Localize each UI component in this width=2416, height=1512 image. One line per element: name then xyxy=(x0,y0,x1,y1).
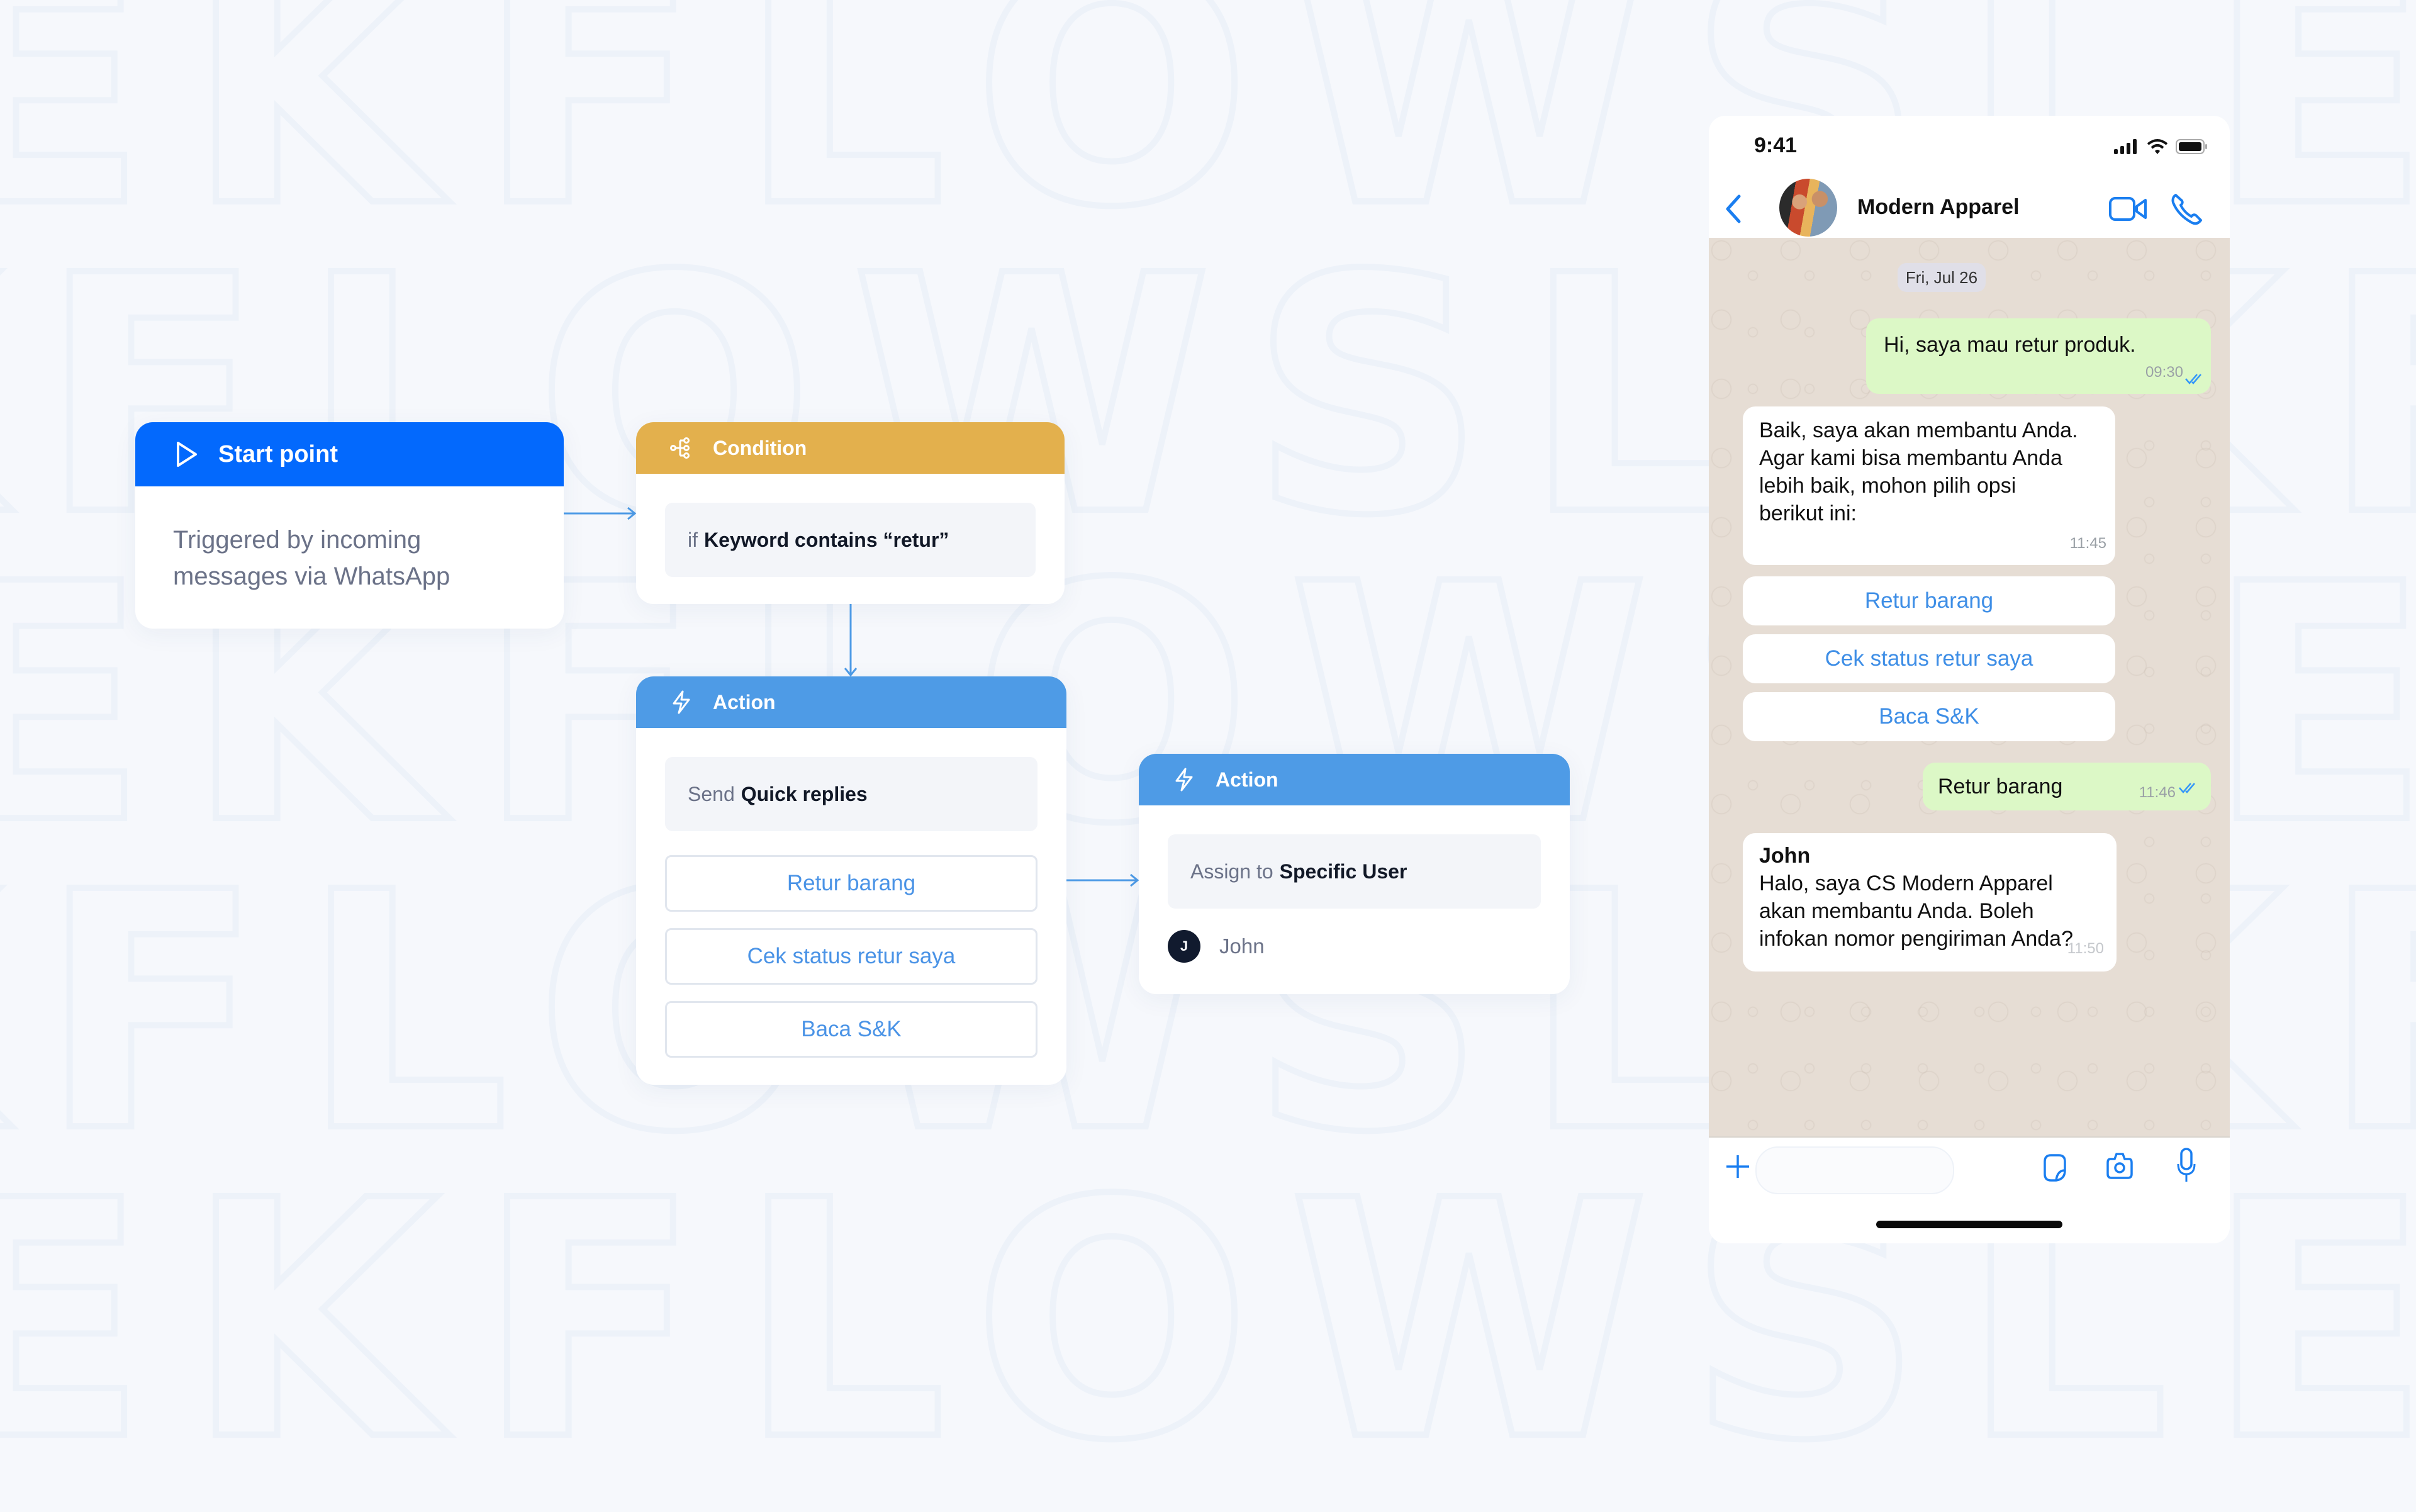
message-composer xyxy=(1709,1136,2230,1243)
microphone-icon[interactable] xyxy=(2177,1148,2196,1183)
quick-reply-button[interactable]: Cek status retur saya xyxy=(665,928,1037,985)
play-icon xyxy=(173,440,201,468)
status-time: 9:41 xyxy=(1754,133,1798,157)
action-prefix: Send xyxy=(688,782,735,805)
action-title: Action xyxy=(1216,768,1278,791)
message-text: Retur barang xyxy=(1938,775,2063,798)
start-point-node[interactable]: Start point Triggered by incoming messag… xyxy=(135,422,564,629)
action-quick-replies-node[interactable]: Action Send Quick replies Retur barang C… xyxy=(636,676,1066,1085)
action-type: Specific User xyxy=(1279,860,1407,883)
chat-header: Modern Apparel xyxy=(1709,179,2230,239)
start-point-header: Start point xyxy=(135,422,564,486)
whatsapp-phone-mockup: 9:41 Modern Apparel Fri, Jul 26 Hi, saya… xyxy=(1709,116,2230,1243)
message-time: 11:46 xyxy=(2139,784,2176,801)
message-sender: John xyxy=(1759,844,1811,868)
chat-messages[interactable]: Fri, Jul 26 Hi, saya mau retur produk. 0… xyxy=(1709,238,2230,1136)
whatsapp-quick-reply[interactable]: Baca S&K xyxy=(1743,692,2115,741)
message-time: 09:30 xyxy=(2145,364,2183,381)
double-check-icon xyxy=(2179,783,2195,793)
home-indicator xyxy=(1876,1221,2062,1228)
message-outgoing[interactable]: Retur barang 11:46 xyxy=(1923,763,2211,810)
action-header: Action xyxy=(636,676,1066,728)
double-check-icon xyxy=(2185,374,2201,384)
condition-rule-text: Keyword contains “retur” xyxy=(704,528,949,551)
user-name: John xyxy=(1219,934,1265,958)
condition-prefix: if xyxy=(688,528,698,551)
connector-arrow xyxy=(564,507,637,520)
message-incoming[interactable]: John Halo, saya CS Modern Apparel akan m… xyxy=(1743,833,2117,972)
condition-node[interactable]: Condition if Keyword contains “retur” xyxy=(636,422,1065,604)
status-bar: 9:41 xyxy=(1709,116,2230,179)
video-call-icon[interactable] xyxy=(2109,196,2148,221)
user-avatar: J xyxy=(1168,930,1200,963)
action-title: Action xyxy=(713,690,776,714)
assigned-user[interactable]: J John xyxy=(1168,930,1541,963)
contact-avatar[interactable] xyxy=(1779,179,1837,237)
quick-reply-button[interactable]: Retur barang xyxy=(665,855,1037,912)
message-line: Halo, saya CS Modern Apparel xyxy=(1759,871,2053,895)
condition-rule[interactable]: if Keyword contains “retur” xyxy=(665,503,1036,577)
back-icon[interactable] xyxy=(1721,191,1747,227)
description-line: Triggered by incoming xyxy=(173,526,422,554)
battery-icon xyxy=(2176,139,2207,154)
date-separator: Fri, Jul 26 xyxy=(1898,263,1986,292)
message-text: Hi, saya mau retur produk. xyxy=(1884,333,2136,357)
action-header: Action xyxy=(1139,754,1570,805)
phone-call-icon[interactable] xyxy=(2169,191,2205,227)
wifi-icon xyxy=(2147,139,2168,154)
lightning-icon xyxy=(668,688,695,716)
connector-arrow xyxy=(1066,874,1139,887)
start-point-description: Triggered by incoming messages via Whats… xyxy=(164,486,535,595)
whatsapp-quick-reply[interactable]: Cek status retur saya xyxy=(1743,634,2115,683)
message-outgoing[interactable]: Hi, saya mau retur produk. 09:30 xyxy=(1866,318,2211,394)
camera-icon[interactable] xyxy=(2106,1151,2133,1180)
message-input[interactable] xyxy=(1755,1146,1954,1194)
condition-header: Condition xyxy=(636,422,1065,474)
description-line: messages via WhatsApp xyxy=(173,563,450,590)
plus-icon[interactable] xyxy=(1724,1153,1752,1180)
quick-reply-button[interactable]: Baca S&K xyxy=(665,1001,1037,1058)
connector-arrow xyxy=(844,604,857,677)
message-line: Agar kami bisa membantu Anda xyxy=(1759,446,2062,470)
sticker-icon[interactable] xyxy=(2044,1154,2066,1182)
condition-title: Condition xyxy=(713,436,807,459)
message-line: infokan nomor pengiriman Anda? xyxy=(1759,927,2073,951)
message-text: John Halo, saya CS Modern Apparel akan m… xyxy=(1759,842,2073,953)
message-text: Baik, saya akan membantu Anda. Agar kami… xyxy=(1759,417,2078,527)
message-time: 11:50 xyxy=(2067,940,2104,957)
message-line: lebih baik, mohon pilih opsi xyxy=(1759,474,2016,498)
action-type: Quick replies xyxy=(741,782,868,805)
contact-name[interactable]: Modern Apparel xyxy=(1857,195,2020,220)
message-line: berikut ini: xyxy=(1759,501,1857,525)
message-incoming[interactable]: Baik, saya akan membantu Anda. Agar kami… xyxy=(1743,406,2115,565)
message-line: akan membantu Anda. Boleh xyxy=(1759,899,2034,923)
action-prefix: Assign to xyxy=(1190,860,1273,883)
action-description[interactable]: Send Quick replies xyxy=(665,757,1037,831)
signal-icon xyxy=(2114,139,2137,154)
whatsapp-quick-reply[interactable]: Retur barang xyxy=(1743,576,2115,625)
message-line: Baik, saya akan membantu Anda. xyxy=(1759,418,2078,442)
lightning-icon xyxy=(1170,766,1198,793)
start-point-title: Start point xyxy=(218,440,338,468)
action-description[interactable]: Assign to Specific User xyxy=(1168,834,1541,909)
action-assign-node[interactable]: Action Assign to Specific User J John xyxy=(1139,754,1570,994)
branch-icon xyxy=(668,434,695,462)
message-time: 11:45 xyxy=(2069,535,2106,552)
